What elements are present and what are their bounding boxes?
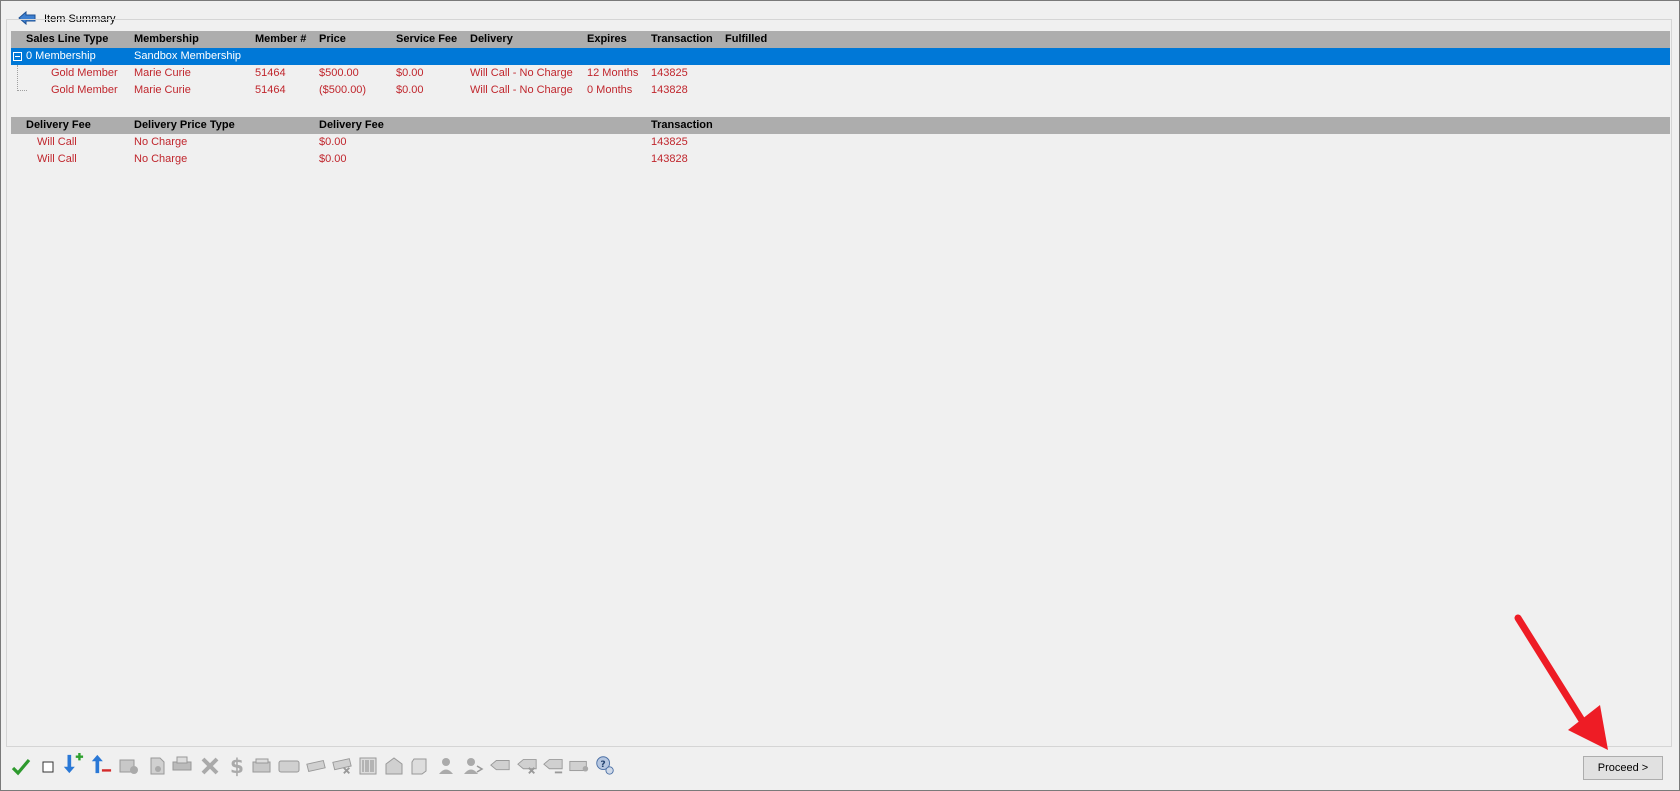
cell-type: Gold Member	[51, 84, 118, 96]
voucher-remove-icon	[331, 755, 353, 777]
items-grid-header: Sales Line Type Membership Member # Pric…	[11, 31, 1670, 48]
card-icon	[278, 755, 300, 777]
col-price[interactable]: Price	[319, 31, 346, 48]
annotation-arrow-icon	[1508, 610, 1612, 757]
cell-membership: Marie Curie	[134, 84, 191, 96]
col-transaction[interactable]: Transaction	[651, 31, 713, 48]
delivery-grid-header: Delivery Fee Delivery Price Type Deliver…	[11, 117, 1670, 134]
cell-price-type: No Charge	[134, 136, 188, 148]
cell-transaction: 143825	[651, 136, 688, 148]
dollar-icon: $	[225, 755, 247, 777]
cell-transaction: 143825	[651, 67, 688, 79]
cell-fee: $0.00	[319, 153, 347, 165]
ticket-icon	[568, 755, 590, 777]
cell-transaction: 143828	[651, 153, 688, 165]
col-fulfilled[interactable]: Fulfilled	[725, 31, 767, 48]
col-delivery[interactable]: Delivery	[470, 31, 513, 48]
cell-delivery: Will Call - No Charge	[470, 84, 573, 96]
proceed-button[interactable]: Proceed >	[1583, 756, 1663, 780]
cell-expires: 12 Months	[587, 67, 639, 79]
group-row[interactable]: 0 Membership Sandbox Membership	[11, 48, 1670, 65]
barcode-icon	[357, 755, 379, 777]
table-row[interactable]: Will Call No Charge $0.00 143828	[11, 151, 1670, 168]
person-swap-icon	[462, 755, 484, 777]
gift-icon	[251, 755, 273, 777]
cell-membership: Marie Curie	[134, 67, 191, 79]
cell-expires: 0 Months	[587, 84, 633, 96]
person-icon	[436, 755, 458, 777]
cell-price: $500.00	[319, 67, 359, 79]
col-sales-line-type[interactable]: Sales Line Type	[26, 31, 108, 48]
group-membership: Sandbox Membership	[134, 50, 242, 62]
help-icon[interactable]: ?	[594, 754, 616, 776]
col-transaction[interactable]: Transaction	[651, 117, 713, 134]
cell-service-fee: $0.00	[396, 84, 424, 96]
col-membership[interactable]: Membership	[134, 31, 199, 48]
col-member-no[interactable]: Member #	[255, 31, 306, 48]
col-delivery-price-type[interactable]: Delivery Price Type	[134, 117, 235, 134]
document-info-icon	[146, 755, 168, 777]
table-row[interactable]: Gold Member Marie Curie 51464 $500.00 $0…	[11, 65, 1670, 82]
voucher-icon	[305, 755, 327, 777]
print-icon	[171, 754, 193, 776]
collapse-icon[interactable]	[13, 52, 22, 61]
envelope-icon	[383, 755, 405, 777]
cell-delivery-fee: Will Call	[37, 136, 77, 148]
cell-type: Gold Member	[51, 67, 118, 79]
cell-price: ($500.00)	[319, 84, 367, 96]
svg-text:?: ?	[600, 759, 605, 770]
tag-edit-icon	[542, 755, 564, 777]
cell-delivery: Will Call - No Charge	[470, 67, 573, 79]
cell-transaction: 143828	[651, 84, 688, 96]
delete-icon	[199, 755, 221, 777]
cell-fee: $0.00	[319, 136, 347, 148]
table-row[interactable]: Gold Member Marie Curie 51464 ($500.00) …	[11, 82, 1670, 99]
cell-member-no: 51464	[255, 84, 286, 96]
col-expires[interactable]: Expires	[587, 31, 627, 48]
checkbox-icon[interactable]	[37, 756, 59, 778]
cell-service-fee: $0.00	[396, 67, 424, 79]
cell-price-type: No Charge	[134, 153, 188, 165]
tag-remove-icon	[516, 755, 538, 777]
col-service-fee[interactable]: Service Fee	[396, 31, 457, 48]
check-icon[interactable]	[10, 756, 32, 778]
move-up-remove-icon[interactable]	[90, 753, 112, 775]
cell-delivery-fee: Will Call	[37, 153, 77, 165]
cell-member-no: 51464	[255, 67, 286, 79]
table-row[interactable]: Will Call No Charge $0.00 143825	[11, 134, 1670, 151]
scroll-icon	[409, 755, 431, 777]
ticket-info-icon	[118, 755, 140, 777]
col-delivery-fee-amount[interactable]: Delivery Fee	[319, 117, 384, 134]
move-down-add-icon[interactable]	[62, 753, 84, 775]
group-type: 0 Membership	[26, 50, 96, 62]
svg-text:$: $	[230, 755, 244, 777]
tag-icon	[489, 755, 511, 777]
col-delivery-fee[interactable]: Delivery Fee	[26, 117, 91, 134]
